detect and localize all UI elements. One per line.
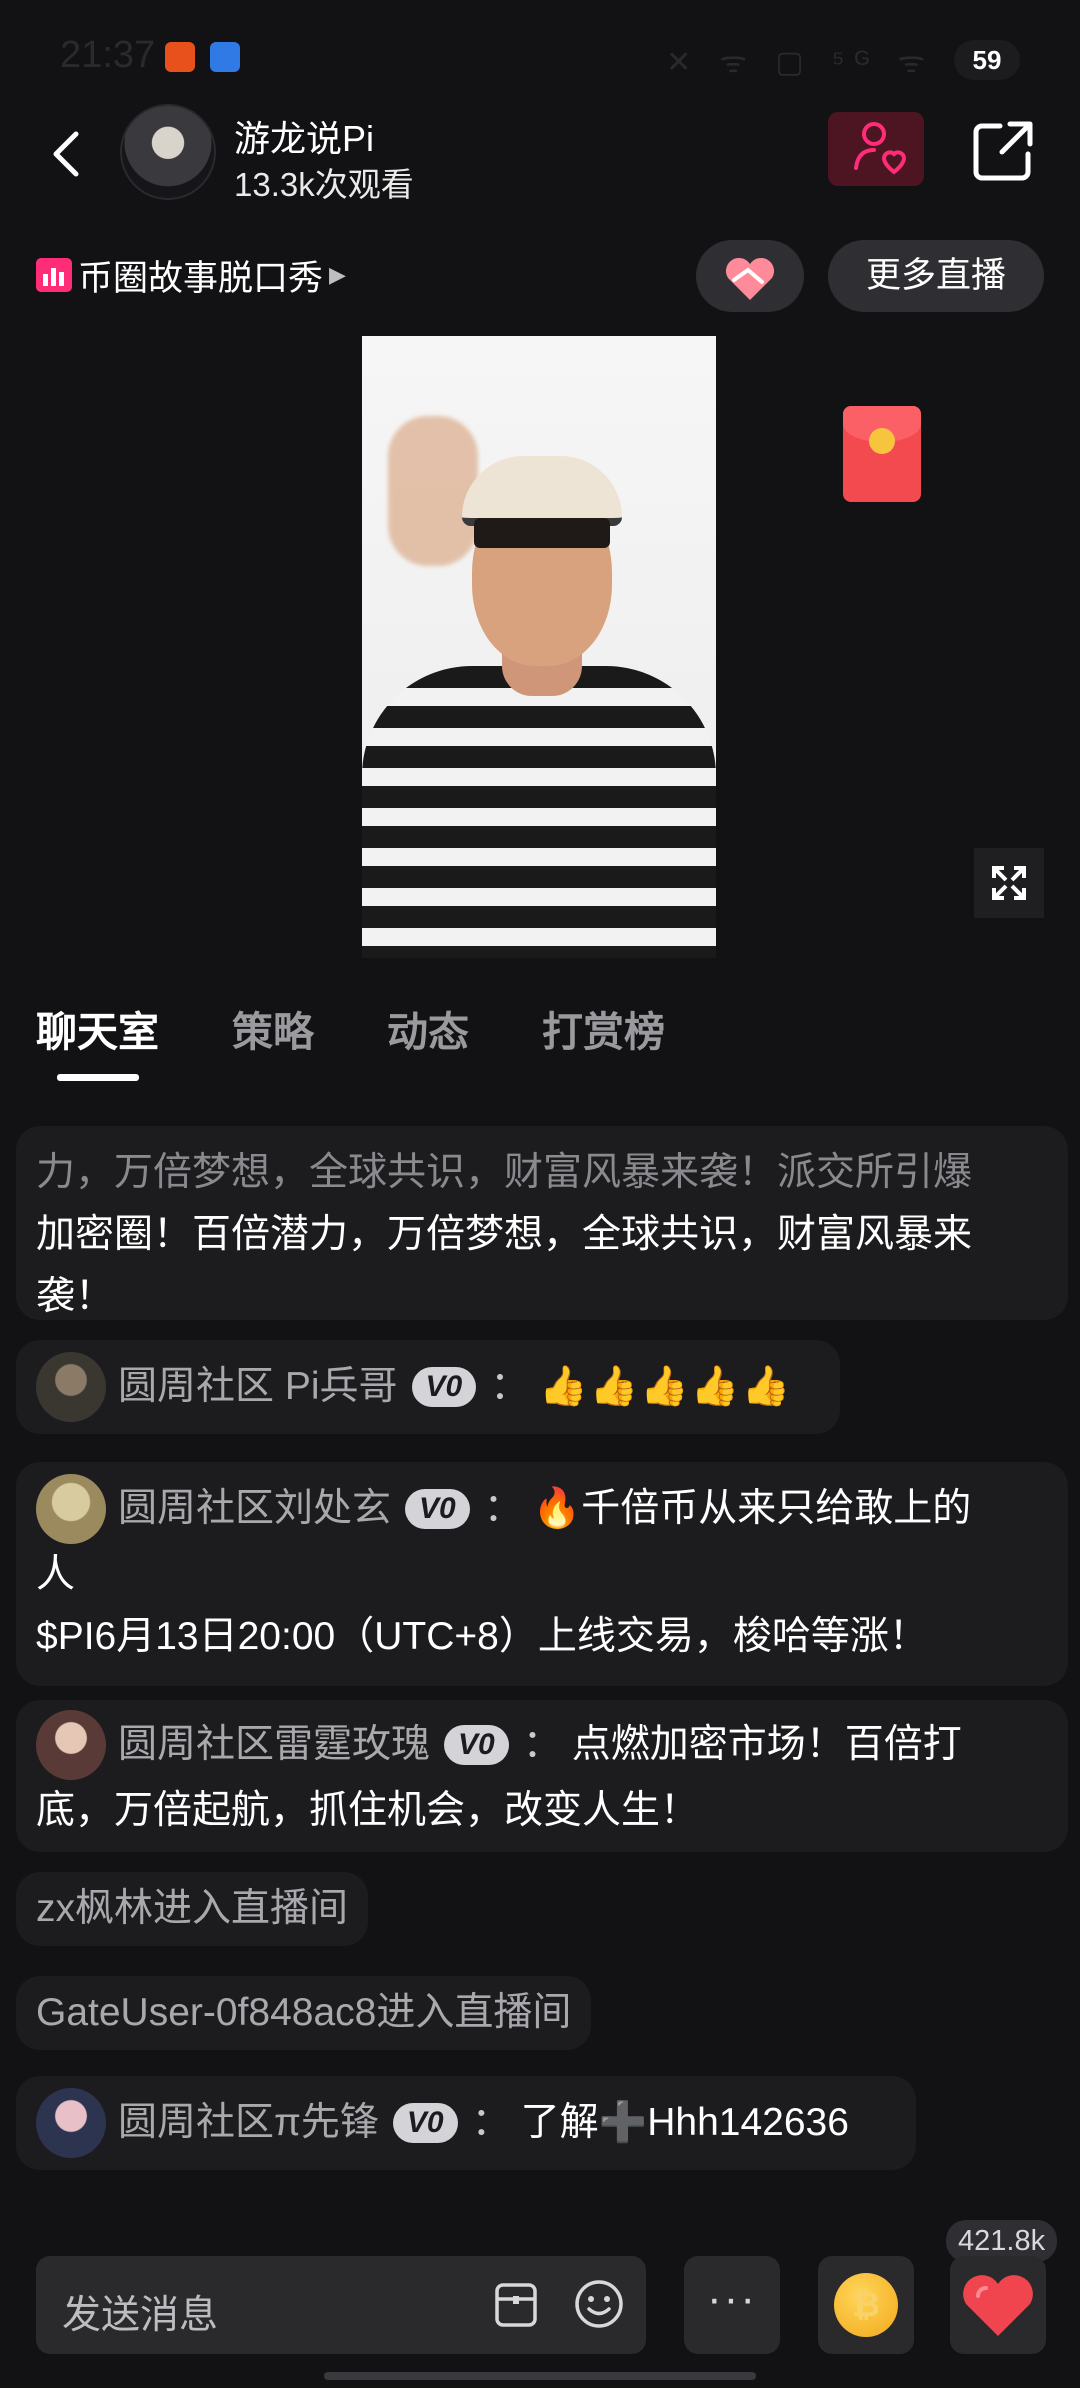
system-message: zx枫林进入直播间 xyxy=(16,1872,369,1946)
chat-message-text: 人 xyxy=(36,1553,76,1596)
battery-indicator: 59 xyxy=(954,40,1020,80)
host-avatar[interactable] xyxy=(120,104,216,200)
status-time: 21:37 xyxy=(60,34,156,76)
video-cap xyxy=(462,456,622,526)
tab-chatroom[interactable]: 聊天室 xyxy=(36,998,159,1078)
video-shirt xyxy=(362,666,716,958)
calendar-icon[interactable] xyxy=(494,2282,538,2328)
back-arrow-icon[interactable] xyxy=(40,126,96,182)
status-bar: 21:37 ✕ ᯤ ▢ ⁵ᴳ ᯤ 59 xyxy=(0,0,1080,110)
live-bars-icon xyxy=(36,258,72,292)
bitcoin-coin-icon: ₿ xyxy=(834,2273,898,2337)
tab-strategy[interactable]: 策略 xyxy=(232,998,314,1078)
red-envelope-icon[interactable] xyxy=(843,406,921,502)
user-avatar[interactable] xyxy=(36,1352,106,1422)
chat-colon: ： xyxy=(471,2101,511,2144)
chat-username[interactable]: 圆周社区 Pi兵哥 xyxy=(118,1356,398,1418)
active-tab-indicator xyxy=(57,1074,139,1081)
heart-handshake-icon xyxy=(725,257,775,300)
video-hand xyxy=(388,416,478,566)
chat-message-text: 千倍币从来只给敢上的 xyxy=(581,1487,972,1530)
live-category-tag[interactable]: 币圈故事脱口秀 ▶ xyxy=(36,255,346,298)
chat-message-text: 👍👍👍👍👍 xyxy=(539,1365,793,1408)
level-badge: V0 xyxy=(392,2103,458,2143)
chat-message-text: 加密圈！百倍潜力，万倍梦想，全球共识，财富风暴来 xyxy=(36,1213,973,1256)
chat-colon: ： xyxy=(490,1365,530,1408)
content-tabs: 聊天室 策略 动态 打赏榜 xyxy=(36,998,738,1078)
video-hair xyxy=(474,518,610,548)
chat-message-text: $PI6月13日20:00（UTC+8）上线交易，梭哈等涨！ xyxy=(36,1615,928,1658)
chat-message: 圆周社区刘处玄 V0 ： 🔥 千倍币从来只给敢上的 人 $PI6月13日20:0… xyxy=(16,1462,1068,1686)
play-arrow-icon: ▶ xyxy=(329,262,346,287)
chat-message-text: 了解 xyxy=(520,2101,599,2144)
system-message: GateUser-0f848ac8进入直播间 xyxy=(16,1976,592,2050)
chat-list[interactable]: 力，万倍梦想，全球共识，财富风暴来袭！派交所引爆 加密圈！百倍潜力，万倍梦想，全… xyxy=(0,1110,1080,2210)
emoji-icon[interactable] xyxy=(573,2278,625,2330)
chat-colon: ： xyxy=(522,1723,562,1766)
more-options-button[interactable]: ··· xyxy=(684,2256,780,2354)
gift-coin-button[interactable]: ₿ xyxy=(818,2256,914,2354)
level-badge: V0 xyxy=(405,1489,470,1529)
plus-icon: ➕ xyxy=(598,2101,648,2144)
heart-icon xyxy=(963,2275,1033,2336)
level-badge: V0 xyxy=(444,1725,509,1765)
view-count: 13.3k次观看 xyxy=(234,166,414,203)
chat-colon: ： xyxy=(483,1487,523,1530)
message-input[interactable]: 发送消息 xyxy=(36,2256,646,2354)
follow-button[interactable] xyxy=(828,112,924,186)
chat-message: 圆周社区π先锋 V0 ： 了解 ➕ Hhh142636 xyxy=(16,2076,916,2170)
status-icons: ✕ ᯤ ▢ ⁵ᴳ ᯤ xyxy=(666,46,935,79)
tab-feed[interactable]: 动态 xyxy=(387,998,469,1078)
app-notification-icon xyxy=(165,42,195,72)
support-button[interactable] xyxy=(696,240,804,312)
user-avatar[interactable] xyxy=(36,1474,106,1544)
chat-username[interactable]: 圆周社区π先锋 xyxy=(118,2092,379,2154)
chat-message-text: 点燃加密市场！百倍打 xyxy=(571,1723,962,1766)
chat-username[interactable]: 圆周社区雷霆玫瑰 xyxy=(118,1714,430,1776)
more-live-button[interactable]: 更多直播 xyxy=(828,240,1044,312)
live-video[interactable] xyxy=(362,336,716,958)
chat-message-text: Hhh142636 xyxy=(647,2101,849,2144)
chat-message: 圆周社区雷霆玫瑰 V0 ： 点燃加密市场！百倍打 底，万倍起航，抓住机会，改变人… xyxy=(16,1700,1068,1852)
chat-message-text: 力，万倍梦想，全球共识，财富风暴来袭！派交所引爆 xyxy=(36,1151,973,1194)
tab-reward-ranking[interactable]: 打赏榜 xyxy=(542,998,665,1078)
host-name[interactable]: 游龙说Pi xyxy=(234,110,374,162)
chat-message-text: 底，万倍起航，抓住机会，改变人生！ xyxy=(36,1789,700,1832)
chat-message-text: 袭！ xyxy=(36,1275,115,1318)
fullscreen-icon[interactable] xyxy=(974,848,1044,918)
chat-message: 圆周社区 Pi兵哥 V0 ： 👍👍👍👍👍 xyxy=(16,1340,840,1434)
chat-message: 力，万倍梦想，全球共识，财富风暴来袭！派交所引爆 加密圈！百倍潜力，万倍梦想，全… xyxy=(16,1126,1068,1320)
message-input-placeholder: 发送消息 xyxy=(62,2294,219,2337)
live-category-label: 币圈故事脱口秀 xyxy=(78,258,324,298)
chat-username[interactable]: 圆周社区刘处玄 xyxy=(118,1478,391,1540)
share-icon[interactable] xyxy=(970,118,1036,184)
level-badge: V0 xyxy=(411,1367,477,1407)
live-header: 游龙说Pi 13.3k次观看 xyxy=(0,100,1080,210)
fire-icon: 🔥 xyxy=(532,1487,582,1530)
person-heart-icon xyxy=(854,122,907,175)
user-avatar[interactable] xyxy=(36,2088,106,2158)
user-avatar[interactable] xyxy=(36,1710,106,1780)
like-button[interactable] xyxy=(950,2256,1046,2354)
baidu-notification-icon xyxy=(210,42,240,72)
home-indicator[interactable] xyxy=(324,2372,756,2380)
